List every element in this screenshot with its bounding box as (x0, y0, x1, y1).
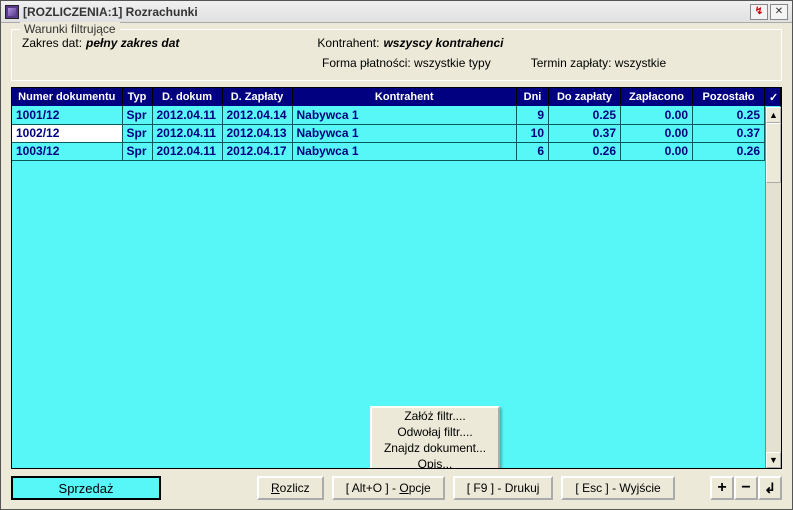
cell-dzap[interactable]: 2012.04.17 (222, 142, 292, 160)
scroll-up-icon[interactable]: ▲ (766, 107, 781, 123)
drukuj-button[interactable]: [ F9 ] - Drukuj (453, 476, 554, 500)
cell-typ[interactable]: Spr (122, 106, 152, 124)
cell-zaplacono[interactable]: 0.00 (621, 124, 693, 142)
col-typ[interactable]: Typ (122, 88, 152, 106)
cell-do_zaplaty[interactable]: 0.25 (549, 106, 621, 124)
cell-do_zaplaty[interactable]: 0.37 (549, 124, 621, 142)
vertical-scrollbar[interactable]: ▲ ▼ (765, 107, 781, 468)
minus-button[interactable]: − (734, 476, 758, 500)
cell-do_zaplaty[interactable]: 0.26 (549, 142, 621, 160)
cell-numer[interactable]: 1002/12 (12, 124, 122, 142)
grid-header-row: Numer dokumentu Typ D. dokum D. Zapłaty … (12, 88, 781, 106)
col-pozostalo[interactable]: Pozostało (693, 88, 765, 106)
cell-pozostalo[interactable]: 0.37 (693, 124, 765, 142)
cell-kontrahent[interactable]: Nabywca 1 (292, 124, 517, 142)
col-dni[interactable]: Dni (517, 88, 549, 106)
close-icon[interactable]: ✕ (770, 4, 788, 20)
forma-label: Forma płatności: (322, 56, 411, 70)
forma-value: wszystkie typy (414, 56, 491, 70)
col-do-zaplaty[interactable]: Do zapłaty (549, 88, 621, 106)
cell-numer[interactable]: 1003/12 (12, 142, 122, 160)
col-kontrahent[interactable]: Kontrahent (292, 88, 517, 106)
cell-typ[interactable]: Spr (122, 124, 152, 142)
context-menu[interactable]: Załóż filtr....Odwołaj filtr....Znajdz d… (370, 406, 500, 469)
date-range-value: pełny zakres dat (86, 36, 179, 50)
filter-groupbox: Warunki filtrujące Zakres dat: pełny zak… (11, 29, 782, 81)
col-numer[interactable]: Numer dokumentu (12, 88, 122, 106)
cell-pozostalo[interactable]: 0.26 (693, 142, 765, 160)
menu-item[interactable]: Załóż filtr.... (372, 408, 498, 424)
cell-dni[interactable]: 9 (517, 106, 549, 124)
cell-dni[interactable]: 10 (517, 124, 549, 142)
opcje-button[interactable]: [ Alt+O ] - Opcje (332, 476, 445, 500)
date-range-label: Zakres dat: (22, 36, 82, 50)
bottom-toolbar: Sprzedaż Rozlicz [ Alt+O ] - Opcje [ F9 … (1, 469, 792, 509)
scroll-down-icon[interactable]: ▼ (766, 452, 781, 468)
commit-button[interactable]: ↲ (758, 476, 782, 500)
table-row[interactable]: 1002/12Spr2012.04.112012.04.13Nabywca 11… (12, 124, 781, 142)
cell-ddok[interactable]: 2012.04.11 (152, 142, 222, 160)
cell-pozostalo[interactable]: 0.25 (693, 106, 765, 124)
sprzedaz-button[interactable]: Sprzedaż (11, 476, 161, 500)
titlebar: [ROZLICZENIA:1] Rozrachunki ↯ ✕ (1, 1, 792, 23)
cell-kontrahent[interactable]: Nabywca 1 (292, 142, 517, 160)
cell-dni[interactable]: 6 (517, 142, 549, 160)
rozlicz-button[interactable]: Rozlicz (257, 476, 324, 500)
menu-item[interactable]: Odwołaj filtr.... (372, 424, 498, 440)
menu-item[interactable]: Znajdz dokument... (372, 440, 498, 456)
table-row[interactable]: 1003/12Spr2012.04.112012.04.17Nabywca 16… (12, 142, 781, 160)
cell-dzap[interactable]: 2012.04.13 (222, 124, 292, 142)
cell-numer[interactable]: 1001/12 (12, 106, 122, 124)
cell-zaplacono[interactable]: 0.00 (621, 142, 693, 160)
cell-typ[interactable]: Spr (122, 142, 152, 160)
termin-label: Termin zapłaty: (531, 56, 612, 70)
table-row[interactable]: 1001/12Spr2012.04.112012.04.14Nabywca 19… (12, 106, 781, 124)
kontrahent-label: Kontrahent: (317, 36, 379, 50)
scroll-thumb[interactable] (766, 123, 781, 183)
data-grid[interactable]: Numer dokumentu Typ D. dokum D. Zapłaty … (11, 87, 782, 469)
col-dzap[interactable]: D. Zapłaty (222, 88, 292, 106)
cell-zaplacono[interactable]: 0.00 (621, 106, 693, 124)
cell-dzap[interactable]: 2012.04.14 (222, 106, 292, 124)
termin-value: wszystkie (615, 56, 666, 70)
col-check[interactable]: ✓ (765, 88, 781, 106)
app-window: [ROZLICZENIA:1] Rozrachunki ↯ ✕ Warunki … (0, 0, 793, 510)
cell-ddok[interactable]: 2012.04.11 (152, 106, 222, 124)
col-ddok[interactable]: D. dokum (152, 88, 222, 106)
wyjscie-button[interactable]: [ Esc ] - Wyjście (561, 476, 674, 500)
col-zaplacono[interactable]: Zapłacono (621, 88, 693, 106)
app-icon (5, 5, 19, 19)
cell-kontrahent[interactable]: Nabywca 1 (292, 106, 517, 124)
filter-legend: Warunki filtrujące (20, 22, 120, 36)
plus-button[interactable]: + (710, 476, 734, 500)
cell-ddok[interactable]: 2012.04.11 (152, 124, 222, 142)
menu-item[interactable]: Opis... (372, 456, 498, 469)
kontrahent-value: wszyscy kontrahenci (383, 36, 503, 50)
window-title: [ROZLICZENIA:1] Rozrachunki (23, 5, 750, 19)
title-action-icon[interactable]: ↯ (750, 4, 768, 20)
